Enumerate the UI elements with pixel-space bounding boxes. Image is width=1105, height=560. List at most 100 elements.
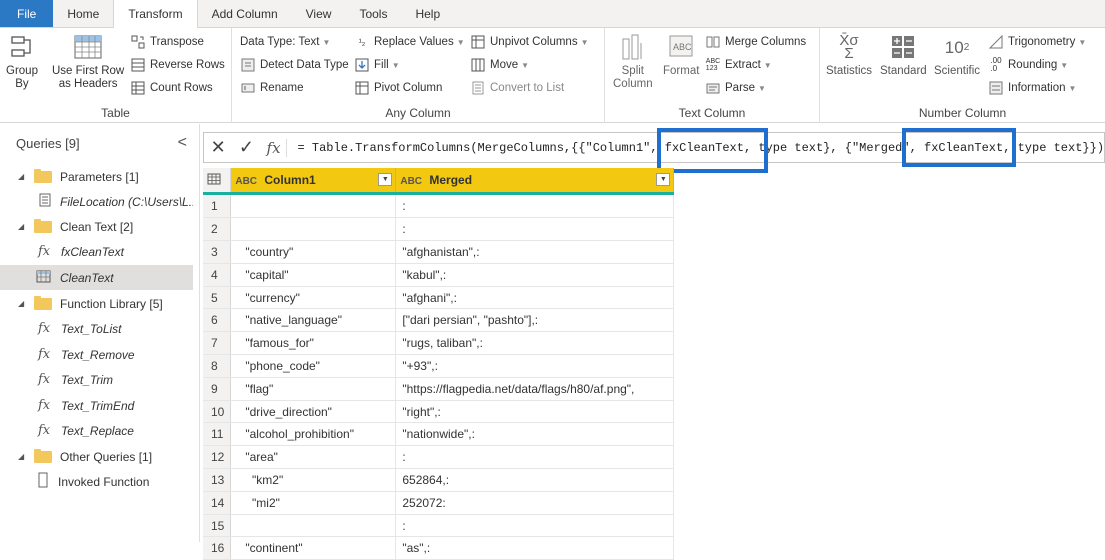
data-type-dropdown[interactable]: Data Type: Text ▼ (240, 33, 330, 51)
cell-merged[interactable]: "as",: (395, 536, 675, 560)
row-number[interactable]: 6 (203, 308, 232, 333)
transpose-button[interactable]: Transpose (130, 33, 204, 51)
cell-merged[interactable]: "+93",: (395, 354, 675, 378)
cell-merged[interactable]: "right",: (395, 400, 675, 424)
query-item[interactable]: fx Text_ToList (0, 316, 193, 341)
query-item[interactable]: fx Text_Remove (0, 342, 193, 367)
unpivot-columns-button[interactable]: Unpivot Columns ▼ (470, 33, 589, 51)
group-by-button[interactable]: Group By (6, 32, 38, 91)
column-header-column1[interactable]: ABC Column1 ▼ (230, 168, 397, 192)
move-button[interactable]: Move ▼ (470, 56, 529, 74)
cell-column1[interactable]: "alcohol_prohibition" (230, 422, 397, 447)
cell-column1[interactable] (230, 195, 397, 219)
query-group[interactable]: ◢ Clean Text [2] (0, 214, 193, 239)
query-item[interactable]: CleanText (0, 265, 193, 290)
text-type-icon[interactable]: ABC (400, 176, 422, 187)
use-first-row-as-headers-button[interactable]: Use First Row as Headers (52, 32, 124, 91)
cell-merged[interactable]: : (395, 217, 675, 242)
row-number[interactable]: 11 (203, 422, 232, 447)
query-item[interactable]: fx Text_TrimEnd (0, 393, 193, 418)
cell-column1[interactable]: "drive_direction" (230, 400, 397, 424)
reverse-rows-button[interactable]: Reverse Rows (130, 56, 225, 74)
cell-merged[interactable]: "nationwide",: (395, 422, 675, 447)
cell-merged[interactable]: 252072: (395, 491, 675, 515)
query-group[interactable]: ◢ Other Queries [1] (0, 444, 193, 469)
collapse-pane-icon[interactable]: < (178, 134, 187, 152)
row-number[interactable]: 5 (203, 286, 232, 310)
row-number[interactable]: 14 (203, 491, 232, 515)
cell-column1[interactable]: "famous_for" (230, 331, 397, 356)
replace-values-button[interactable]: ¹₂ Replace Values ▼ (354, 33, 465, 51)
cell-column1[interactable]: "capital" (230, 263, 397, 287)
count-rows-button[interactable]: Count Rows (130, 79, 213, 97)
pivot-column-button[interactable]: Pivot Column (354, 79, 442, 97)
row-number[interactable]: 10 (203, 400, 232, 424)
split-column-button[interactable]: Split Column (613, 32, 653, 91)
cell-merged[interactable]: "rugs, taliban",: (395, 331, 675, 356)
cell-column1[interactable]: "currency" (230, 286, 397, 310)
tab-add-column[interactable]: Add Column (198, 0, 292, 27)
table-menu-button[interactable] (203, 168, 232, 192)
cell-merged[interactable]: ["dari persian", "pashto"],: (395, 308, 675, 333)
query-item[interactable]: FileLocation (C:\Users\L... (0, 189, 193, 214)
cell-merged[interactable]: : (395, 195, 675, 219)
row-number[interactable]: 13 (203, 468, 232, 492)
tab-file[interactable]: File (0, 0, 54, 27)
expand-triangle-icon[interactable]: ◢ (18, 299, 28, 308)
cell-column1[interactable]: "phone_code" (230, 354, 397, 378)
format-button[interactable]: ABC Format (663, 32, 699, 78)
row-number[interactable]: 12 (203, 445, 232, 470)
cell-column1[interactable]: "native_language" (230, 308, 397, 333)
query-group[interactable]: ◢ Function Library [5] (0, 291, 193, 316)
cell-merged[interactable]: "kabul",: (395, 263, 675, 287)
cell-merged[interactable]: "afghanistan",: (395, 240, 675, 264)
column-header-merged[interactable]: ABC Merged ▼ (395, 168, 675, 192)
tab-help[interactable]: Help (401, 0, 454, 27)
cell-merged[interactable]: "afghani",: (395, 286, 675, 310)
cell-column1[interactable] (230, 217, 397, 242)
convert-to-list-button[interactable]: Convert to List (470, 79, 564, 97)
detect-data-type-button[interactable]: Detect Data Type (240, 56, 349, 74)
expand-triangle-icon[interactable]: ◢ (18, 452, 28, 461)
text-type-icon[interactable]: ABC (235, 176, 257, 187)
row-number[interactable]: 7 (203, 331, 232, 356)
standard-button[interactable]: Standard (880, 32, 927, 78)
tab-tools[interactable]: Tools (345, 0, 401, 27)
cell-column1[interactable]: "flag" (230, 377, 397, 401)
query-item[interactable]: fx Text_Replace (0, 418, 193, 443)
cancel-formula-icon[interactable]: ✕ (204, 137, 232, 158)
expand-triangle-icon[interactable]: ◢ (18, 222, 28, 231)
commit-formula-icon[interactable]: ✓ (232, 137, 260, 158)
rename-button[interactable]: Rename (240, 79, 303, 97)
cell-column1[interactable]: "area" (230, 445, 397, 470)
cell-column1[interactable]: "country" (230, 240, 397, 264)
tab-view[interactable]: View (292, 0, 346, 27)
merge-columns-button[interactable]: Merge Columns (705, 33, 806, 51)
cell-column1[interactable]: "km2" (230, 468, 397, 492)
scientific-button[interactable]: 10 2 Scientific (934, 32, 980, 78)
row-number[interactable]: 3 (203, 240, 232, 264)
query-item[interactable]: Invoked Function (0, 469, 193, 494)
cell-merged[interactable]: : (395, 445, 675, 470)
query-item[interactable]: fx Text_Trim (0, 367, 193, 392)
information-button[interactable]: Information ▼ (988, 79, 1076, 97)
query-item[interactable]: fx fxCleanText (0, 239, 193, 264)
cell-column1[interactable]: "mi2" (230, 491, 397, 515)
row-number[interactable]: 15 (203, 514, 232, 538)
rounding-button[interactable]: .00.0 Rounding ▼ (988, 56, 1068, 74)
row-number[interactable]: 8 (203, 354, 232, 378)
statistics-button[interactable]: X̄σ Σ Statistics (826, 32, 872, 78)
cell-merged[interactable]: "https://flagpedia.net/data/flags/h80/af… (395, 377, 675, 401)
tab-home[interactable]: Home (53, 0, 113, 27)
row-number[interactable]: 4 (203, 263, 232, 287)
extract-button[interactable]: ABC 123 Extract ▼ (705, 56, 772, 74)
cell-column1[interactable] (230, 514, 397, 538)
row-number[interactable]: 9 (203, 377, 232, 401)
fx-icon[interactable]: fx (261, 138, 288, 157)
cell-merged[interactable]: 652864,: (395, 468, 675, 492)
cell-column1[interactable]: "continent" (230, 536, 397, 560)
filter-dropdown-icon[interactable]: ▼ (378, 173, 393, 186)
row-number[interactable]: 1 (203, 195, 232, 219)
cell-merged[interactable]: : (395, 514, 675, 538)
filter-dropdown-icon[interactable]: ▼ (656, 173, 671, 186)
